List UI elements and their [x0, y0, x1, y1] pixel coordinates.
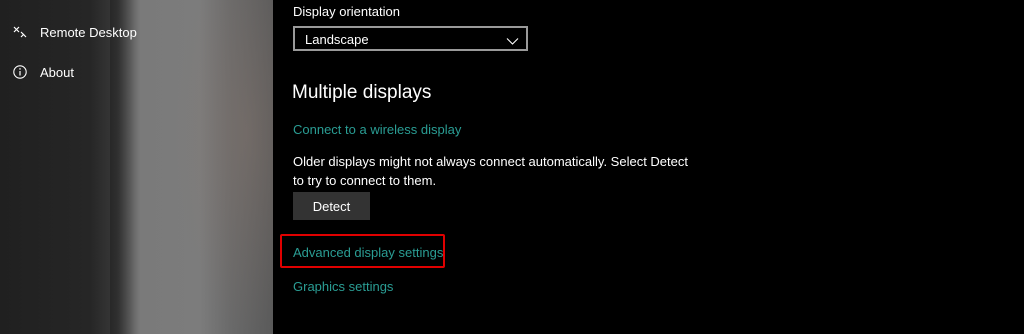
- sidebar: Remote Desktop About: [0, 0, 273, 334]
- display-orientation-label: Display orientation: [293, 4, 400, 19]
- sidebar-item-label: About: [40, 64, 74, 80]
- settings-window: Remote Desktop About Display orientation…: [0, 0, 1024, 334]
- chevron-down-icon: [506, 33, 519, 45]
- sidebar-item-about[interactable]: About: [0, 54, 273, 90]
- multiple-displays-heading: Multiple displays: [292, 82, 432, 103]
- sidebar-item-remote-desktop[interactable]: Remote Desktop: [0, 14, 273, 50]
- multiple-displays-description: Older displays might not always connect …: [293, 154, 688, 188]
- connect-wireless-display-link[interactable]: Connect to a wireless display: [293, 122, 461, 137]
- advanced-display-settings-link[interactable]: Advanced display settings: [293, 245, 443, 260]
- sidebar-item-label: Remote Desktop: [40, 24, 137, 40]
- detect-button[interactable]: Detect: [293, 192, 370, 220]
- remote-desktop-icon: [12, 24, 28, 40]
- dropdown-value: Landscape: [305, 32, 369, 47]
- display-orientation-dropdown[interactable]: Landscape: [293, 26, 528, 51]
- info-icon: [12, 64, 28, 80]
- main-content: Display orientation Landscape Multiple d…: [273, 0, 1024, 334]
- graphics-settings-link[interactable]: Graphics settings: [293, 279, 393, 294]
